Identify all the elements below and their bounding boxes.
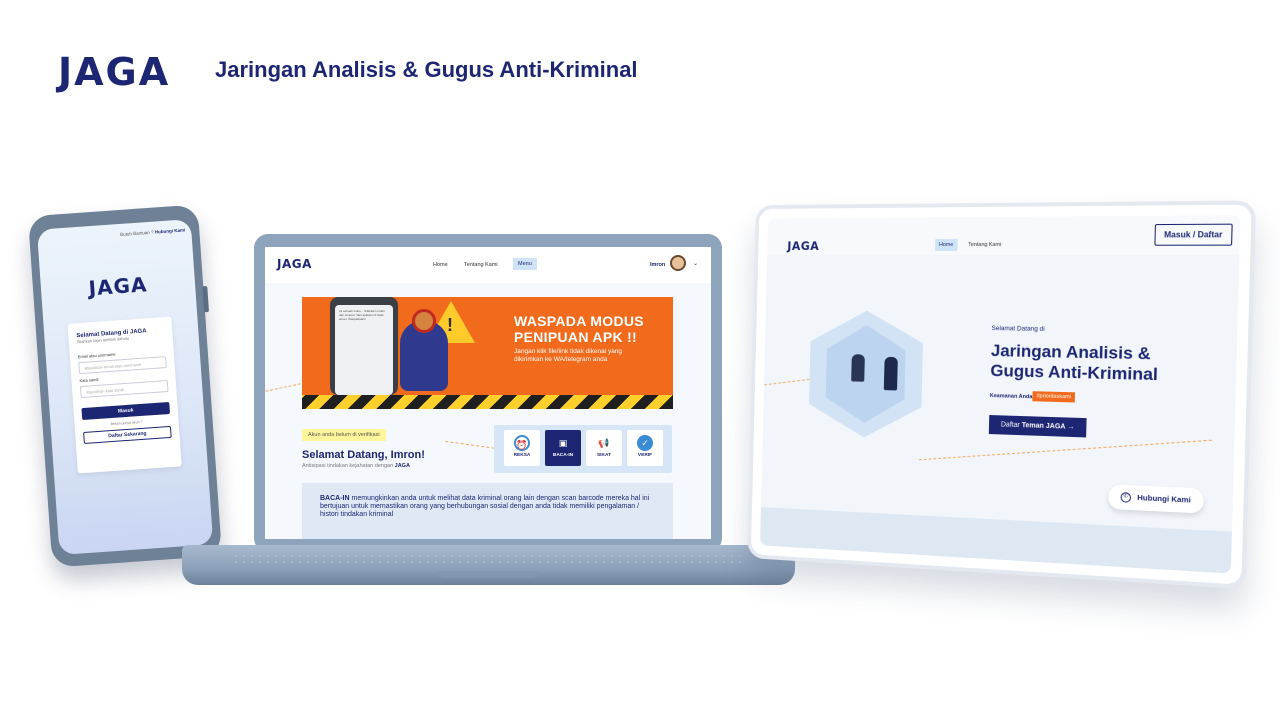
feature-menu: ⏰ REKSA ▣ BACA-IN 📢 SIKAT ✓ VERIF: [494, 425, 672, 473]
feature-info-box: BACA-IN memungkinkan anda untuk melihat …: [302, 483, 673, 539]
banner-description: Jangan klik file/link tidak dikenal yang…: [514, 348, 623, 363]
phone-logo: JAGA: [87, 272, 149, 301]
banner-title-line1: WASPADA MODUS: [514, 313, 644, 329]
nav-menu[interactable]: Menu: [513, 258, 537, 270]
scan-icon: ▣: [558, 438, 568, 448]
welcome-subtitle: Antisipasi tindakan kejahatan dengan JAG…: [302, 463, 410, 469]
laptop-grille: [232, 553, 745, 563]
laptop-notch: [438, 571, 538, 578]
cta-bold: Teman JAGA: [1021, 422, 1066, 431]
nav-about[interactable]: Tentang Kami: [464, 262, 498, 268]
chevron-down-icon[interactable]: ⌄: [693, 260, 698, 267]
safety-label: Keamanan Anda: [989, 393, 1033, 401]
feature-sikat[interactable]: 📢 SIKAT: [586, 430, 622, 466]
officer-standing-illustration: [883, 356, 898, 391]
warning-exclamation-icon: !: [447, 315, 453, 335]
hashtag-badge: #prioritaskami: [1032, 391, 1076, 403]
verification-badge: Akun anda belum di verifikasi: [302, 429, 386, 441]
feature-baca-in[interactable]: ▣ BACA-IN: [545, 430, 581, 466]
laptop-screen: JAGA Home Tentang Kami Menu Imron ⌄ Ini …: [265, 247, 711, 539]
promo-banner[interactable]: Ini sebuah video... Silahkan unduh dan s…: [302, 297, 673, 409]
phone-help: Butuh Bantuan ? Hubungi Kami: [120, 227, 185, 237]
help-link[interactable]: Hubungi Kami: [155, 227, 186, 234]
officer-seated-illustration: [851, 354, 865, 382]
arrow-right-icon: →: [1067, 423, 1075, 431]
jaga-logo: JAGA: [58, 50, 171, 94]
alarm-icon: ⏰: [514, 435, 530, 451]
welcome-subtitle-brand: JAGA: [394, 463, 410, 469]
user-name[interactable]: Imron: [650, 262, 665, 268]
laptop-base: [182, 545, 795, 585]
laptop-logo[interactable]: JAGA: [277, 257, 312, 271]
tablet-mockup: JAGA Home Tentang Kami Masuk / Daftar Se…: [747, 200, 1257, 590]
tablet-navbar: JAGA Home Tentang Kami Masuk / Daftar: [767, 215, 1241, 256]
banner-phone-illustration: Ini sebuah video... Silahkan unduh dan s…: [330, 297, 398, 395]
cta-prefix: Daftar: [1000, 421, 1020, 430]
login-button[interactable]: Masuk: [81, 401, 171, 421]
tablet-frame: JAGA Home Tentang Kami Masuk / Daftar Se…: [747, 200, 1257, 590]
tablet-screen: JAGA Home Tentang Kami Masuk / Daftar Se…: [760, 215, 1241, 574]
tablet-hero-title: Jaringan Analisis & Gugus Anti-Kriminal: [990, 341, 1159, 385]
login-register-button[interactable]: Masuk / Daftar: [1154, 223, 1233, 246]
decor-dash: [764, 378, 810, 386]
megaphone-icon: 📢: [598, 438, 610, 448]
hero-title-line2: Gugus Anti-Kriminal: [990, 361, 1159, 385]
welcome-heading: Selamat Datang, Imron!: [302, 449, 425, 461]
banner-title: WASPADA MODUS PENIPUAN APK !!: [514, 313, 644, 345]
contact-button[interactable]: ✆ Hubungi Kami: [1107, 484, 1204, 514]
hacker-head-illustration: [412, 309, 436, 333]
banner-title-line2: PENIPUAN APK !!: [514, 329, 637, 345]
info-text: memungkinkan anda untuk melihat data kri…: [320, 495, 650, 518]
banner-phone-text: Ini sebuah video... Silahkan unduh dan s…: [335, 305, 393, 395]
help-hint: Butuh Bantuan ?: [119, 229, 154, 237]
feature-label: BACA-IN: [552, 453, 574, 458]
decor-dash: [265, 383, 301, 392]
welcome-subtitle-text: Antisipasi tindakan kejahatan dengan: [302, 463, 394, 469]
laptop-lid: JAGA Home Tentang Kami Menu Imron ⌄ Ini …: [254, 234, 722, 552]
laptop-navbar: JAGA Home Tentang Kami Menu Imron ⌄: [265, 247, 711, 283]
register-cta-button[interactable]: Daftar Teman JAGA →: [988, 415, 1088, 438]
tablet-nav-about[interactable]: Tentang Kami: [968, 242, 1001, 248]
tablet-logo[interactable]: JAGA: [787, 239, 819, 253]
page-title: Jaringan Analisis & Gugus Anti-Kriminal: [215, 57, 638, 82]
feature-verif[interactable]: ✓ VERIF: [627, 430, 663, 466]
login-card: Selamat Datang di JAGA Silahkan login te…: [67, 316, 182, 474]
contact-label: Hubungi Kami: [1137, 492, 1191, 505]
tablet-footer-band: [760, 507, 1232, 574]
feature-reksa[interactable]: ⏰ REKSA: [504, 430, 540, 466]
verified-icon: ✓: [637, 435, 653, 451]
info-highlight: BACA-IN: [320, 495, 350, 502]
whatsapp-icon: ✆: [1120, 492, 1132, 503]
email-field[interactable]: Masukkan email atau username: [78, 356, 167, 375]
tablet-welcome: Selamat Datang di: [991, 325, 1045, 333]
feature-label: VERIF: [637, 453, 653, 458]
decor-dash: [918, 439, 1213, 461]
tablet-nav-home[interactable]: Home: [935, 239, 958, 251]
feature-label: SIKAT: [596, 453, 612, 458]
phone-screen: Butuh Bantuan ? Hubungi Kami JAGA Selama…: [36, 219, 214, 555]
hazard-stripe: [302, 395, 673, 409]
phone-mockup: Butuh Bantuan ? Hubungi Kami JAGA Selama…: [27, 204, 223, 568]
nav-home[interactable]: Home: [433, 262, 448, 268]
avatar[interactable]: [670, 255, 686, 271]
feature-label: REKSA: [513, 453, 531, 458]
password-field[interactable]: Masukkan kata sandi: [79, 380, 169, 399]
phone-side-button: [202, 286, 210, 313]
register-button[interactable]: Daftar Sekarang: [83, 425, 172, 445]
